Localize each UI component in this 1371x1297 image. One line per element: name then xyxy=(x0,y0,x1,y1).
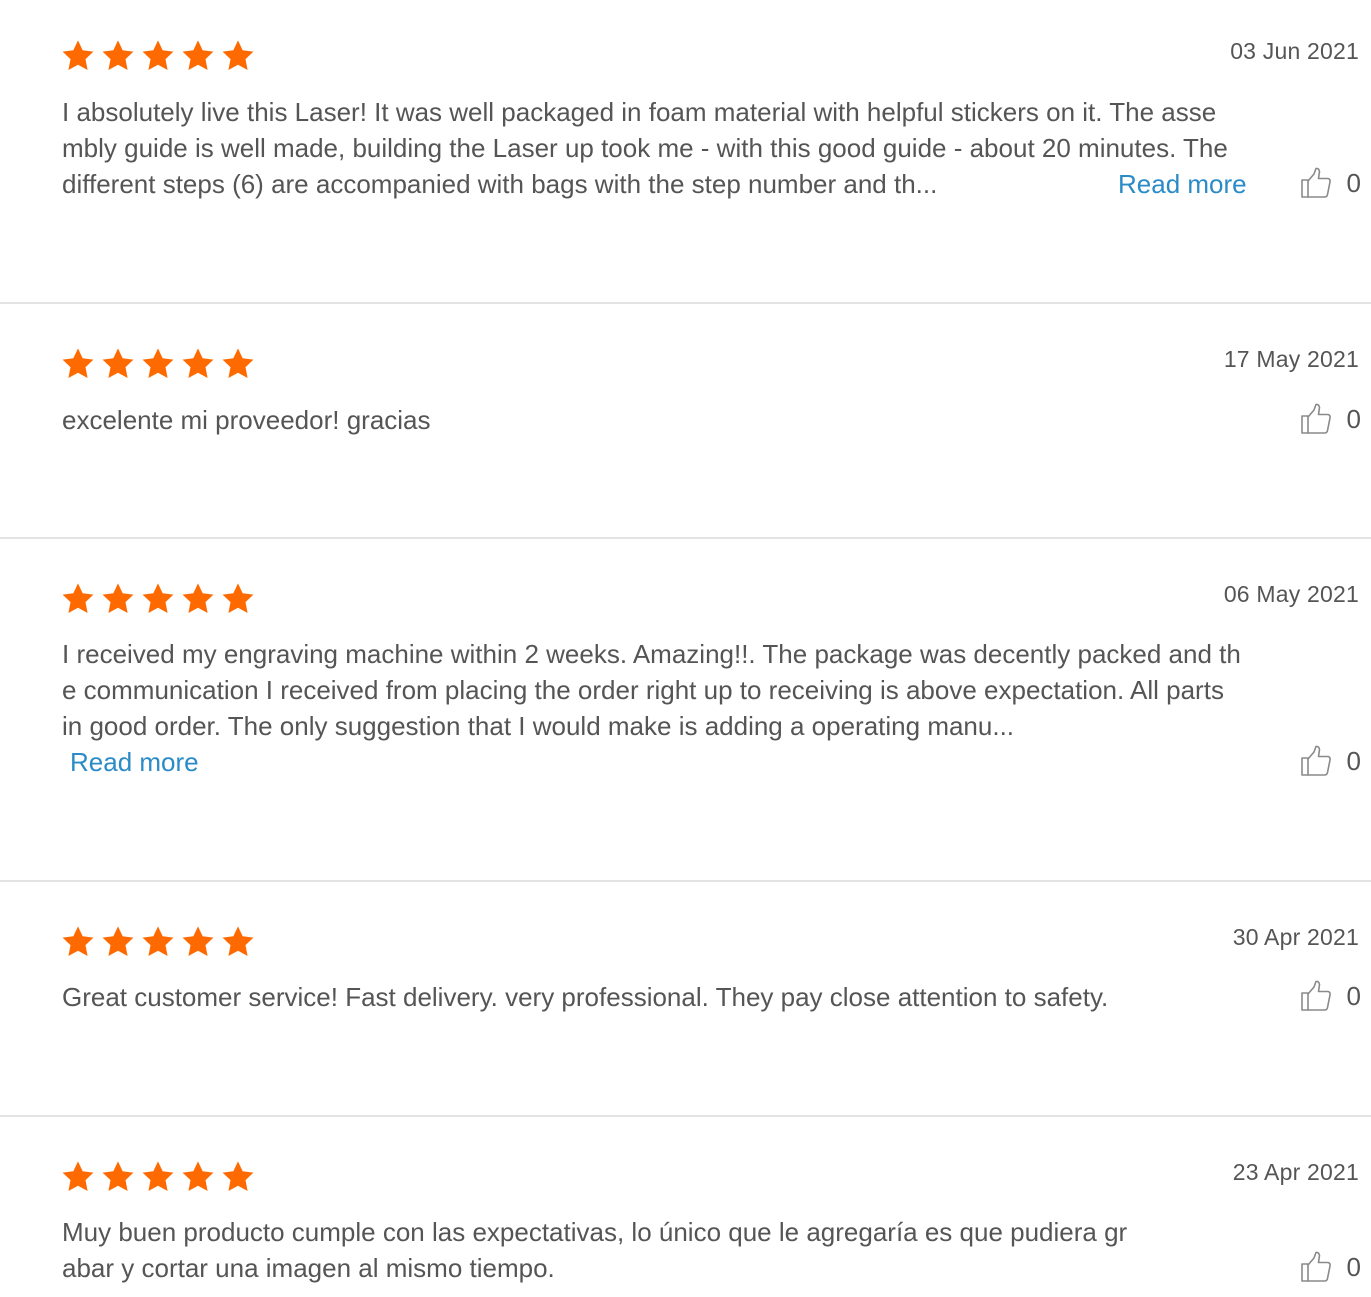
star-icon xyxy=(100,38,140,76)
thumbs-up-icon xyxy=(1299,402,1333,436)
star-icon xyxy=(180,346,220,384)
star-icon xyxy=(180,1159,220,1197)
star-icon xyxy=(140,1159,180,1197)
thumbs-up-icon xyxy=(1299,744,1333,778)
review-date: 06 May 2021 xyxy=(1223,581,1359,607)
like-count: 0 xyxy=(1346,980,1361,1011)
review-item: 30 Apr 2021 Great customer service! Fast… xyxy=(0,882,1371,1117)
like-button[interactable]: 0 xyxy=(1299,1250,1361,1284)
read-more-link[interactable]: Read more xyxy=(70,744,199,780)
star-icon xyxy=(100,581,140,619)
review-text: I received my engraving machine within 2… xyxy=(62,639,1241,741)
thumbs-up-icon xyxy=(1299,1250,1333,1284)
star-icon xyxy=(180,38,220,76)
star-icon xyxy=(220,1159,260,1197)
star-rating xyxy=(60,924,260,962)
thumbs-up-icon xyxy=(1299,979,1333,1013)
star-rating xyxy=(60,346,260,384)
star-icon xyxy=(100,1159,140,1197)
review-text: excelente mi proveedor! gracias xyxy=(62,405,431,435)
star-icon xyxy=(100,924,140,962)
star-icon xyxy=(220,346,260,384)
star-rating xyxy=(60,38,260,76)
star-icon xyxy=(140,346,180,384)
star-icon xyxy=(140,38,180,76)
star-rating xyxy=(60,1159,260,1197)
thumbs-up-icon xyxy=(1299,166,1333,200)
review-date: 23 Apr 2021 xyxy=(1232,1159,1359,1185)
star-icon xyxy=(220,581,260,619)
star-icon xyxy=(220,38,260,76)
review-item: 17 May 2021 excelente mi proveedor! grac… xyxy=(0,304,1371,539)
star-icon xyxy=(180,924,220,962)
review-date: 17 May 2021 xyxy=(1223,346,1359,372)
review-item: 03 Jun 2021 I absolutely live this Laser… xyxy=(0,0,1371,304)
like-count: 0 xyxy=(1346,745,1361,776)
like-count: 0 xyxy=(1346,403,1361,434)
star-icon xyxy=(180,581,220,619)
review-text: I absolutely live this Laser! It was wel… xyxy=(62,97,1228,199)
like-count: 0 xyxy=(1346,1251,1361,1282)
review-date: 03 Jun 2021 xyxy=(1230,38,1359,64)
read-more-link[interactable]: Read more xyxy=(1118,166,1247,202)
like-button[interactable]: 0 xyxy=(1299,166,1361,200)
star-icon xyxy=(60,581,100,619)
star-icon xyxy=(140,581,180,619)
star-icon xyxy=(60,924,100,962)
review-date: 30 Apr 2021 xyxy=(1232,924,1359,950)
star-icon xyxy=(60,346,100,384)
review-text: Muy buen producto cumple con las expecta… xyxy=(62,1217,1128,1283)
review-item: 23 Apr 2021 Muy buen producto cumple con… xyxy=(0,1117,1371,1297)
star-icon xyxy=(60,38,100,76)
like-button[interactable]: 0 xyxy=(1299,979,1361,1013)
star-rating xyxy=(60,581,260,619)
review-text: Great customer service! Fast delivery. v… xyxy=(62,982,1109,1012)
like-count: 0 xyxy=(1346,167,1361,198)
like-button[interactable]: 0 xyxy=(1299,744,1361,778)
star-icon xyxy=(140,924,180,962)
star-icon xyxy=(100,346,140,384)
review-item: 06 May 2021 I received my engraving mach… xyxy=(0,539,1371,882)
star-icon xyxy=(60,1159,100,1197)
star-icon xyxy=(220,924,260,962)
like-button[interactable]: 0 xyxy=(1299,402,1361,436)
